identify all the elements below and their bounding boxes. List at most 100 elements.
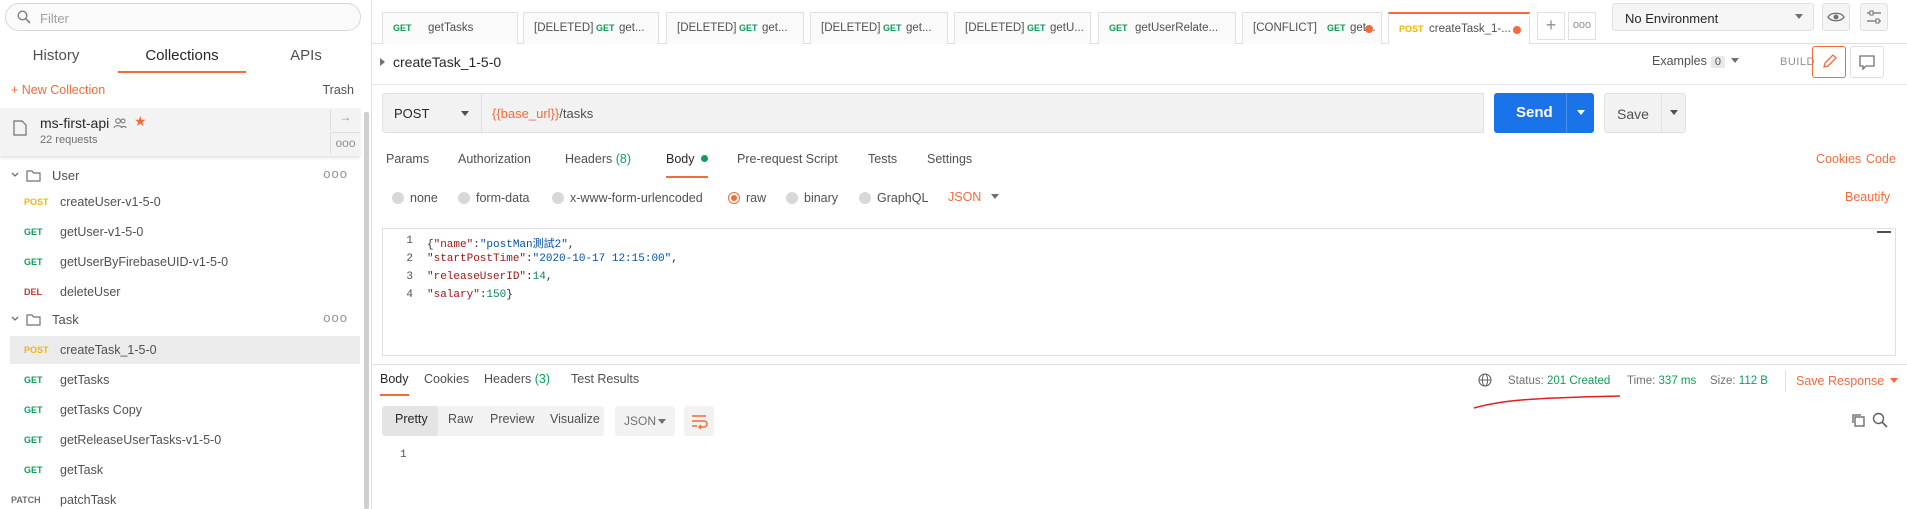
tab-apis[interactable]: APIs [286,47,326,73]
save-response-button[interactable]: Save Response [1796,374,1899,388]
request-label: createUser-v1-5-0 [60,195,161,209]
caret-down-icon[interactable] [1577,110,1585,115]
response-time: Time: 337 ms [1627,375,1696,387]
trash-button[interactable]: Trash [323,83,355,97]
format-raw[interactable]: Raw [448,412,473,426]
url-text: {{base_url}}/tasks [492,106,593,121]
edit-button[interactable] [1812,46,1846,78]
json-value: "postMan測試2" [479,239,568,251]
team-icon [113,118,127,129]
request-tab[interactable]: [DELETED] GET getU... [954,12,1091,44]
tab-collections[interactable]: Collections [118,47,246,73]
json-key: "name" [433,239,474,251]
cookies-link[interactable]: Cookies [1816,152,1861,166]
format-pretty[interactable]: Pretty [395,412,428,426]
beautify-link[interactable]: Beautify [1845,190,1890,204]
globe-icon[interactable] [1478,373,1492,387]
collection-more-button[interactable]: ooo [330,132,360,154]
request-tab[interactable]: [DELETED] GET get... [523,12,659,44]
format-visualize[interactable]: Visualize [550,412,600,426]
sidebar-request-selected[interactable]: POST createTask_1-5-0 [10,336,360,364]
response-tab-headers[interactable]: Headers (3) [484,372,550,396]
json-key: "salary" [427,289,480,301]
format-preview[interactable]: Preview [490,412,534,426]
tab-prefix: [DELETED] [677,22,737,34]
sidebar-request[interactable]: PATCH patchTask [0,486,350,509]
comments-button[interactable] [1850,46,1884,78]
method-select[interactable]: POST [382,93,482,133]
folder-more-button[interactable]: ooo [323,310,348,325]
search-icon[interactable] [1872,412,1888,428]
tab-authorization[interactable]: Authorization [458,152,531,178]
tab-headers[interactable]: Headers (8) [565,152,631,178]
request-tab[interactable]: GET getTasks [382,12,518,44]
environment-select[interactable]: No Environment [1612,3,1814,31]
folder-more-button[interactable]: ooo [323,166,348,181]
sidebar-scrollbar[interactable] [364,112,369,509]
response-language-select[interactable]: JSON [615,406,675,436]
wrap-icon [692,415,708,430]
sidebar-request[interactable]: GET getTask [10,456,360,484]
sidebar-request[interactable]: GET getReleaseUserTasks-v1-5-0 [10,426,360,454]
request-tab[interactable]: [DELETED] GET get... [810,12,948,44]
new-collection-button[interactable]: + New Collection [11,83,105,97]
tab-prerequest-script[interactable]: Pre-request Script [737,152,838,178]
environment-quicklook-button[interactable] [1822,3,1850,31]
new-tab-button[interactable]: + [1537,12,1565,40]
sidebar-request[interactable]: GET getTasks Copy [10,396,360,424]
method-badge: POST [24,345,49,355]
caret-down-icon[interactable] [1670,110,1678,115]
caret-down-icon [1731,58,1740,63]
code-line: "salary":150} [427,289,513,301]
tab-settings[interactable]: Settings [927,152,972,178]
response-tab-body[interactable]: Body [380,372,409,396]
sidebar-request[interactable]: GET getUserByFirebaseUID-v1-5-0 [10,248,360,276]
line-number: 1 [406,235,413,247]
save-button[interactable]: Save [1604,93,1686,133]
time-label: Time: [1627,375,1656,387]
wrap-lines-button[interactable] [684,406,714,436]
sidebar-request[interactable]: DEL deleteUser [10,278,360,306]
method-badge: GET [24,465,43,475]
request-tab[interactable]: [DELETED] GET get... [666,12,804,44]
sidebar-request[interactable]: GET getUser-v1-5-0 [10,218,360,246]
request-tab[interactable]: GET getUserRelate... [1098,12,1236,44]
code-brace: { [427,239,434,251]
request-tab[interactable]: [CONFLICT] GET get... [1242,12,1382,44]
request-label: getUserByFirebaseUID-v1-5-0 [60,255,229,269]
url-input[interactable]: {{base_url}}/tasks [482,93,1484,133]
filter-input[interactable] [40,9,340,27]
send-button[interactable]: Send [1494,93,1594,133]
radio-label: x-www-form-urlencoded [570,191,703,205]
response-divider[interactable] [372,364,1907,365]
sidebar-request[interactable]: POST createUser-v1-5-0 [10,188,360,216]
code-link[interactable]: Code [1866,152,1896,166]
collection-header[interactable]: ms-first-api ★ 22 requests → ooo [0,108,360,156]
code-punct: , [671,253,678,265]
response-tab-test-results[interactable]: Test Results [571,372,639,396]
collection-arrow-icon[interactable]: → [330,110,360,130]
request-title[interactable]: createTask_1-5-0 [380,54,501,70]
folder-task[interactable]: Task ooo [0,307,360,335]
tab-history[interactable]: History [28,47,84,73]
copy-icon[interactable] [1850,412,1866,428]
folder-icon [26,314,41,326]
star-icon[interactable]: ★ [134,113,147,130]
tab-params[interactable]: Params [386,152,429,178]
body-editor[interactable]: 1 2 3 4 {"name":"postMan測試2", "startPost… [382,228,1896,356]
size-value: 112 B [1738,375,1768,387]
request-tab-active[interactable]: POST createTask_1-... [1388,12,1530,44]
sidebar-request[interactable]: GET getTasks [10,366,360,394]
tab-prefix: [DELETED] [534,22,594,34]
body-format-select[interactable]: JSON [948,190,1000,204]
main-panel: GET getTasks [DELETED] GET get... [DELETED]… [372,0,1907,509]
tab-tests[interactable]: Tests [868,152,897,178]
response-tab-cookies[interactable]: Cookies [424,372,469,396]
format-label: JSON [948,190,982,204]
manage-environments-button[interactable] [1860,3,1888,31]
tabs-more-button[interactable]: ooo [1568,12,1596,40]
folder-user[interactable]: User ooo [0,163,360,191]
tab-body[interactable]: Body [666,152,708,178]
examples-dropdown[interactable]: Examples 0 [1652,54,1740,68]
filter-box[interactable] [5,3,361,31]
